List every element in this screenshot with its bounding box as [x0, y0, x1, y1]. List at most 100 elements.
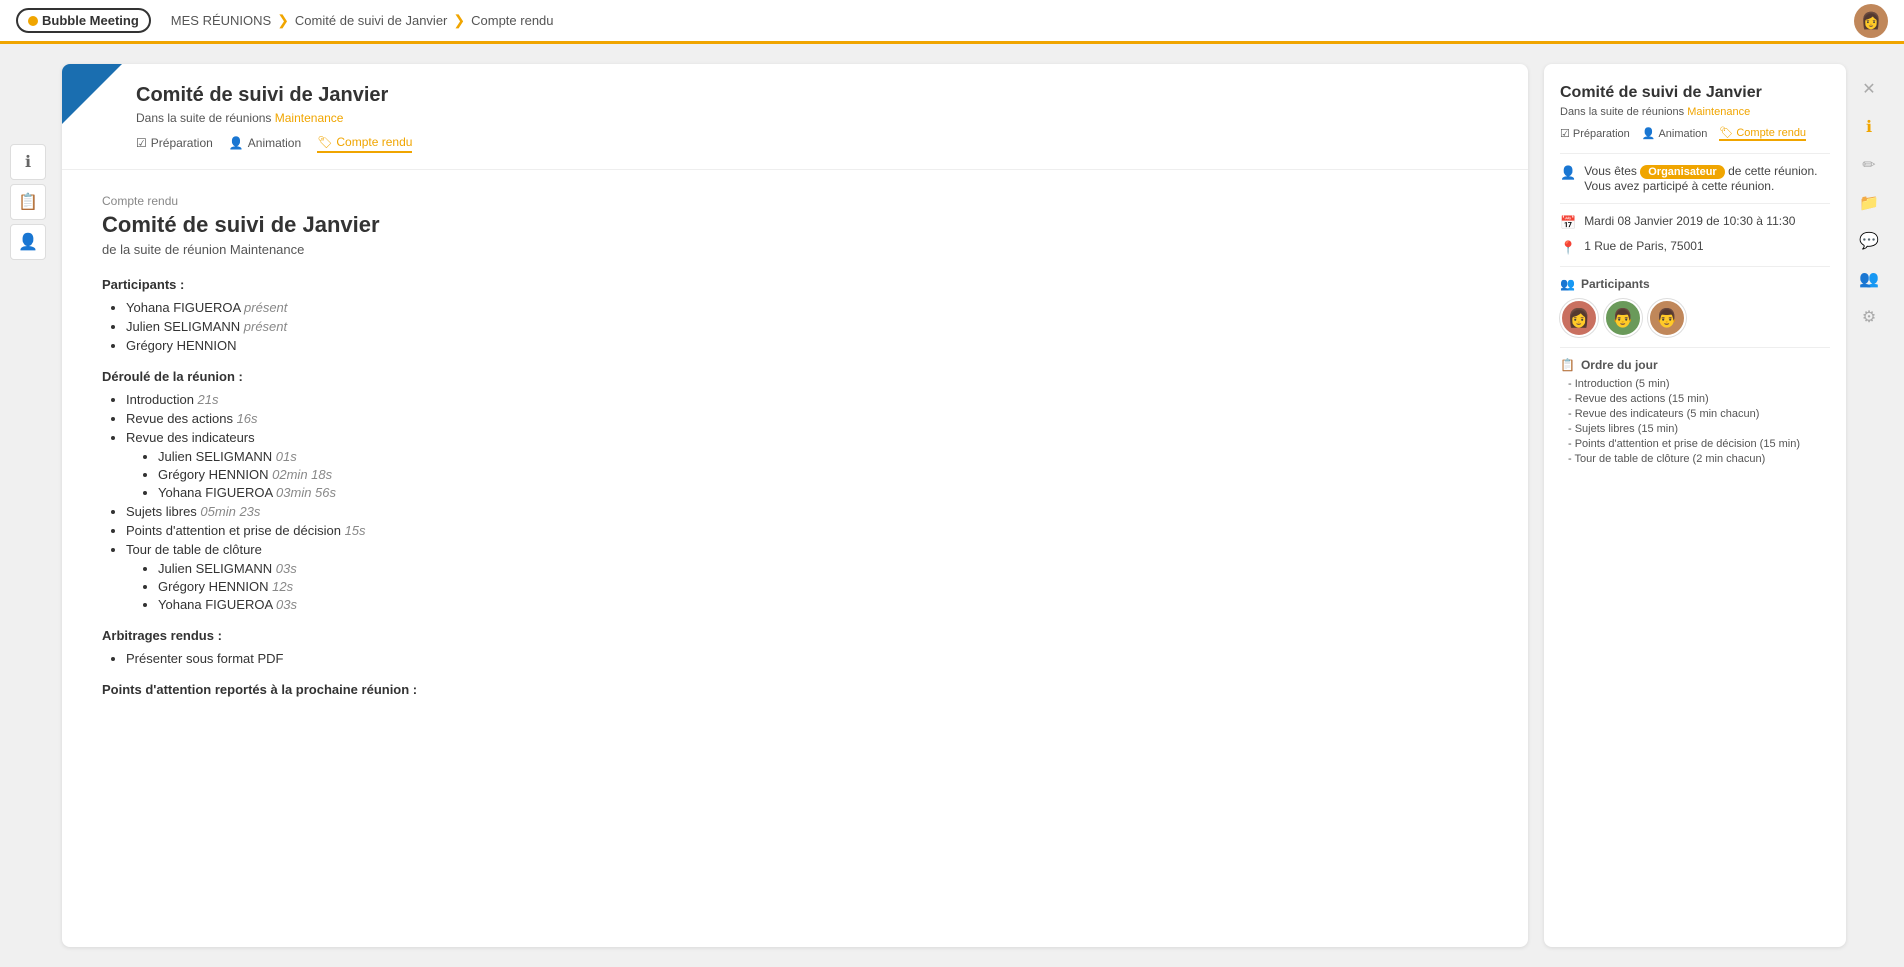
agenda-item: - Revue des indicateurs (5 min chacun): [1568, 408, 1830, 420]
participant-status: présent: [244, 300, 287, 315]
top-nav: Bubble Meeting MES RÉUNIONS ❯ Comité de …: [0, 0, 1904, 44]
content-card: Comité de suivi de Janvier Dans la suite…: [62, 64, 1528, 947]
divider-4: [1560, 347, 1830, 348]
list-item: Yohana FIGUEROA présent: [126, 300, 1488, 315]
participants-label-text: Participants: [1581, 277, 1650, 291]
breadcrumb-compte-rendu[interactable]: Compte rendu: [471, 13, 553, 28]
organizer-row: 👤 Vous êtes Organisateur de cette réunio…: [1560, 164, 1830, 193]
list-item: Julien SELIGMANN 03s: [158, 561, 1488, 576]
list-item: Grégory HENNION: [126, 338, 1488, 353]
breadcrumb-arrow-1: ❯: [277, 12, 289, 29]
right-panel-tabs: ☑ Préparation 👤 Animation 🏷 Compte rendu: [1560, 126, 1830, 141]
folder-icon[interactable]: 📁: [1854, 188, 1884, 218]
calendar-icon: 📅: [1560, 215, 1576, 231]
compte-rendu-tab-icon: 🏷: [317, 135, 332, 149]
info-btn[interactable]: ℹ: [10, 144, 46, 180]
list-item: Julien SELIGMANN présent: [126, 319, 1488, 334]
timing: 03s: [276, 597, 297, 612]
app-logo[interactable]: Bubble Meeting: [16, 8, 151, 33]
tab-animation-label: Animation: [248, 136, 301, 150]
timing: 05min 23s: [200, 504, 260, 519]
right-tab-animation[interactable]: 👤 Animation: [1642, 127, 1708, 140]
right-subtitle-text: Dans la suite de réunions: [1560, 106, 1684, 118]
list-item: Revue des indicateurs Julien SELIGMANN 0…: [126, 430, 1488, 500]
list-item: Points d'attention et prise de décision …: [126, 523, 1488, 538]
timing: 03s: [276, 561, 297, 576]
right-panel-subtitle: Dans la suite de réunions Maintenance: [1560, 106, 1830, 118]
main-layout: ℹ 📋 👤 Comité de suivi de Janvier Dans la…: [0, 44, 1904, 967]
card-suite-link[interactable]: Maintenance: [275, 111, 344, 125]
organizer-info: Vous êtes Organisateur de cette réunion.…: [1584, 164, 1817, 193]
order-section-label: 📋 Ordre du jour: [1560, 358, 1830, 372]
avatar-3: 👨: [1648, 299, 1686, 337]
edit-icon[interactable]: ✏: [1854, 150, 1884, 180]
card-tabs: ☑ Préparation 👤 Animation 🏷 Compte rendu: [136, 133, 412, 153]
timing: 03min 56s: [276, 485, 336, 500]
breadcrumb-mes-reunions[interactable]: MES RÉUNIONS: [171, 13, 271, 28]
settings-icon[interactable]: ⚙: [1854, 302, 1884, 332]
card-header-content: Comité de suivi de Janvier Dans la suite…: [136, 84, 412, 153]
tab-preparation-label: Préparation: [151, 136, 213, 150]
info-icon[interactable]: ℹ: [1854, 112, 1884, 142]
agenda-items: - Introduction (5 min) - Revue des actio…: [1560, 378, 1830, 465]
timing: 21s: [198, 392, 219, 407]
right-tab-compte-rendu[interactable]: 🏷 Compte rendu: [1719, 126, 1806, 141]
divider-1: [1560, 153, 1830, 154]
close-icon[interactable]: ✕: [1854, 74, 1884, 104]
animation-tab-icon: 👤: [229, 136, 244, 150]
participants-avatars: 👩 👨 👨: [1560, 299, 1830, 337]
breadcrumb-comite[interactable]: Comité de suivi de Janvier: [295, 13, 447, 28]
nested-list: Julien SELIGMANN 03s Grégory HENNION 12s…: [126, 561, 1488, 612]
tab-animation[interactable]: 👤 Animation: [229, 134, 301, 152]
organizer-suffix: de cette réunion.: [1728, 164, 1817, 178]
breadcrumb: MES RÉUNIONS ❯ Comité de suivi de Janvie…: [171, 12, 554, 29]
list-item: Grégory HENNION 02min 18s: [158, 467, 1488, 482]
card-subtitle: Dans la suite de réunions Maintenance: [136, 111, 412, 125]
participation-text: Vous avez participé à cette réunion.: [1584, 179, 1774, 193]
right-prep-icon: ☑: [1560, 127, 1570, 140]
agenda-item: - Revue des actions (15 min): [1568, 393, 1830, 405]
participants-list: Yohana FIGUEROA présent Julien SELIGMANN…: [102, 300, 1488, 353]
divider-3: [1560, 266, 1830, 267]
right-anim-label: Animation: [1658, 128, 1707, 140]
timing: 16s: [237, 411, 258, 426]
right-suite-link[interactable]: Maintenance: [1687, 106, 1750, 118]
notes-btn[interactable]: 📋: [10, 184, 46, 220]
location-text: 1 Rue de Paris, 75001: [1584, 239, 1703, 253]
card-subtitle-text: Dans la suite de réunions: [136, 111, 271, 125]
right-anim-icon: 👤: [1642, 127, 1656, 140]
list-item: Julien SELIGMANN 01s: [158, 449, 1488, 464]
list-item: Yohana FIGUEROA 03min 56s: [158, 485, 1488, 500]
card-header: Comité de suivi de Janvier Dans la suite…: [62, 64, 1528, 170]
right-tab-preparation[interactable]: ☑ Préparation: [1560, 127, 1630, 140]
nested-list: Julien SELIGMANN 01s Grégory HENNION 02m…: [126, 449, 1488, 500]
users-icon[interactable]: 👥: [1854, 264, 1884, 294]
timing: 12s: [272, 579, 293, 594]
left-sidebar: ℹ 📋 👤: [10, 64, 46, 947]
avatar[interactable]: 👩: [1854, 4, 1888, 38]
list-item: Présenter sous format PDF: [126, 651, 1488, 666]
right-panel-title: Comité de suivi de Janvier: [1560, 84, 1830, 102]
header-triangle: [62, 64, 122, 124]
breadcrumb-arrow-2: ❯: [453, 12, 465, 29]
tab-preparation[interactable]: ☑ Préparation: [136, 134, 213, 152]
participants-section-label: 👥 Participants: [1560, 277, 1830, 291]
share-btn[interactable]: 👤: [10, 224, 46, 260]
content-body: Compte rendu Comité de suivi de Janvier …: [62, 170, 1528, 729]
points-heading: Points d'attention reportés à la prochai…: [102, 682, 1488, 697]
list-item: Introduction 21s: [126, 392, 1488, 407]
date-text: Mardi 08 Janvier 2019 de 10:30 à 11:30: [1584, 214, 1795, 228]
list-item: Yohana FIGUEROA 03s: [158, 597, 1488, 612]
preparation-tab-icon: ☑: [136, 136, 147, 150]
agenda-list: Introduction 21s Revue des actions 16s R…: [102, 392, 1488, 612]
organizer-badge: Organisateur: [1640, 165, 1724, 179]
tab-compte-rendu[interactable]: 🏷 Compte rendu: [317, 133, 412, 153]
right-sidebar: Comité de suivi de Janvier Dans la suite…: [1544, 64, 1884, 947]
divider-2: [1560, 203, 1830, 204]
meeting-subtitle: de la suite de réunion Maintenance: [102, 242, 1488, 257]
timing: 01s: [276, 449, 297, 464]
avatar-1: 👩: [1560, 299, 1598, 337]
person-icon: 👤: [1560, 165, 1576, 181]
chat-icon[interactable]: 💬: [1854, 226, 1884, 256]
location-icon: 📍: [1560, 240, 1576, 256]
